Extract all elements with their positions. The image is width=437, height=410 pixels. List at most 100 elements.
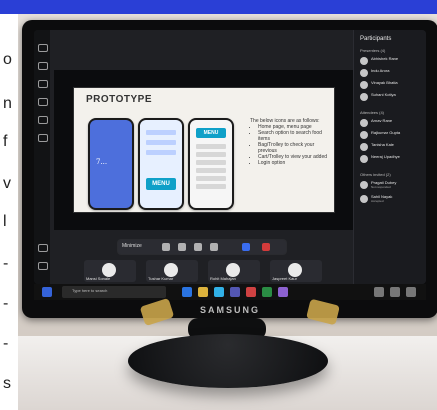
left-fragment: o [3,51,12,68]
chat-icon[interactable] [38,62,48,70]
edge-icon[interactable] [182,287,192,297]
photo: PROTOTYPE 7... MENU MENU The below icons… [18,14,437,410]
participant-name: Tanisha Kale [371,142,394,147]
menu-row [196,152,226,157]
avatar [360,93,368,101]
bullet-item: Login option [258,160,330,166]
left-fragment: v [3,175,11,192]
slide-bullets: The below icons are as follows: Home pag… [250,118,330,166]
participant-tile[interactable]: Jaspreet Kaur [270,260,322,282]
share-button[interactable] [194,243,202,251]
avatar [360,155,368,163]
avatar [360,81,368,89]
teams-icon[interactable] [38,80,48,88]
participant-item[interactable]: Abhishek Rane [360,56,422,66]
participant-item[interactable]: Vinayak Bhatia [360,80,422,90]
shared-screen: PROTOTYPE 7... MENU MENU The below icons… [54,70,354,230]
store-icon[interactable] [214,287,224,297]
participant-status: Not responded [371,185,391,189]
file-explorer-icon[interactable] [198,287,208,297]
system-tray-icon[interactable] [374,287,384,297]
avatar [164,263,178,277]
apps-icon[interactable] [38,244,48,252]
participants-section-attendees: Attendees (4) [360,110,385,115]
slide-title: PROTOTYPE [86,94,152,105]
teams-taskbar-icon[interactable] [230,287,240,297]
participant-tile[interactable]: Tushar Kumar [146,260,198,282]
avatar [360,69,368,77]
left-fragment: - [3,295,9,312]
avatar [102,263,116,277]
end-call-button[interactable] [262,243,270,251]
help-icon[interactable] [38,262,48,270]
menu-row [196,176,226,181]
participant-name: Suhani Kotiya [371,92,396,97]
menu-row [196,160,226,165]
participant-name: Vinayak Bhatia [371,80,398,85]
participant-tile[interactable]: Rohit Mahajan [208,260,260,282]
camera-button[interactable] [162,243,170,251]
participant-tile[interactable]: Mansi Sonale [84,260,136,282]
participant-tile-label: Tushar Kumar [148,276,174,281]
participant-item[interactable]: Sahil Nayak Accepted [360,194,422,204]
participant-item[interactable]: Arnav Rane [360,118,422,128]
avatar [226,263,240,277]
participant-tile-label: Mansi Sonale [86,276,111,281]
app-icon[interactable] [278,287,288,297]
avatar [360,143,368,151]
volume-icon[interactable] [406,287,416,297]
left-fragment: f [3,133,8,150]
participant-tiles: Mansi Sonale Tushar Kumar Rohit Mahajan … [54,260,354,282]
participant-name: Indu Arora [371,68,390,73]
participants-panel: Participants Presenters (4) Abhishek Ran… [353,30,426,284]
participant-item[interactable]: Pragati Dubey Not responded [360,180,422,190]
menu-row [196,184,226,189]
participants-title: Participants [360,36,392,42]
left-fragment: - [3,335,9,352]
participant-item[interactable]: Suhani Kotiya [360,92,422,102]
taskbar-search-input[interactable]: Type here to search [62,286,166,298]
participants-section-others: Others invited (2) [360,172,391,177]
participant-name: Rajkumar Gupta [371,130,401,135]
mic-button[interactable] [178,243,186,251]
share-active-button[interactable] [242,243,250,251]
avatar [360,119,368,127]
activity-icon[interactable] [38,44,48,52]
menu-row [196,168,226,173]
app-icon[interactable] [246,287,256,297]
windows-taskbar: Type here to search [34,284,426,300]
avatar [360,57,368,65]
phone2-card [146,150,176,155]
network-icon[interactable] [390,287,400,297]
presentation-slide: PROTOTYPE 7... MENU MENU The below icons… [74,88,334,212]
calendar-icon[interactable] [38,98,48,106]
app-icon[interactable] [262,287,272,297]
participant-name: Abhishek Rane [371,56,399,61]
calls-icon[interactable] [38,116,48,124]
participant-item[interactable]: Indu Arora [360,68,422,78]
taskbar-search-placeholder: Type here to search [72,288,108,293]
menu-row [196,144,226,149]
monitor-brand-label: SAMSUNG [199,305,261,315]
left-fragment: l [3,213,7,230]
more-button[interactable] [210,243,218,251]
participant-item[interactable]: Neeraj Upadhye [360,154,422,164]
phone2-menu-button: MENU [146,178,176,190]
participant-status: Accepted [371,199,384,203]
participant-item[interactable]: Rajkumar Gupta [360,130,422,140]
participant-name: Neeraj Upadhye [371,154,400,159]
windows-start-icon[interactable] [42,287,52,297]
phone-mockup-1-title: 7... [96,158,108,166]
monitor-stand-base [128,334,328,388]
avatar [360,195,368,203]
files-icon[interactable] [38,134,48,142]
phone-mockup-1: 7... [88,118,134,210]
bullet-list: Home page, menu page Search option to se… [250,124,330,166]
app-left-rail [34,30,50,284]
left-fragment: s [3,375,11,392]
left-fragment: n [3,95,12,112]
phone-mockup-2: MENU [138,118,184,210]
call-controls: Minimize [118,240,286,254]
left-fragment: - [3,255,9,272]
participant-item[interactable]: Tanisha Kale [360,142,422,152]
